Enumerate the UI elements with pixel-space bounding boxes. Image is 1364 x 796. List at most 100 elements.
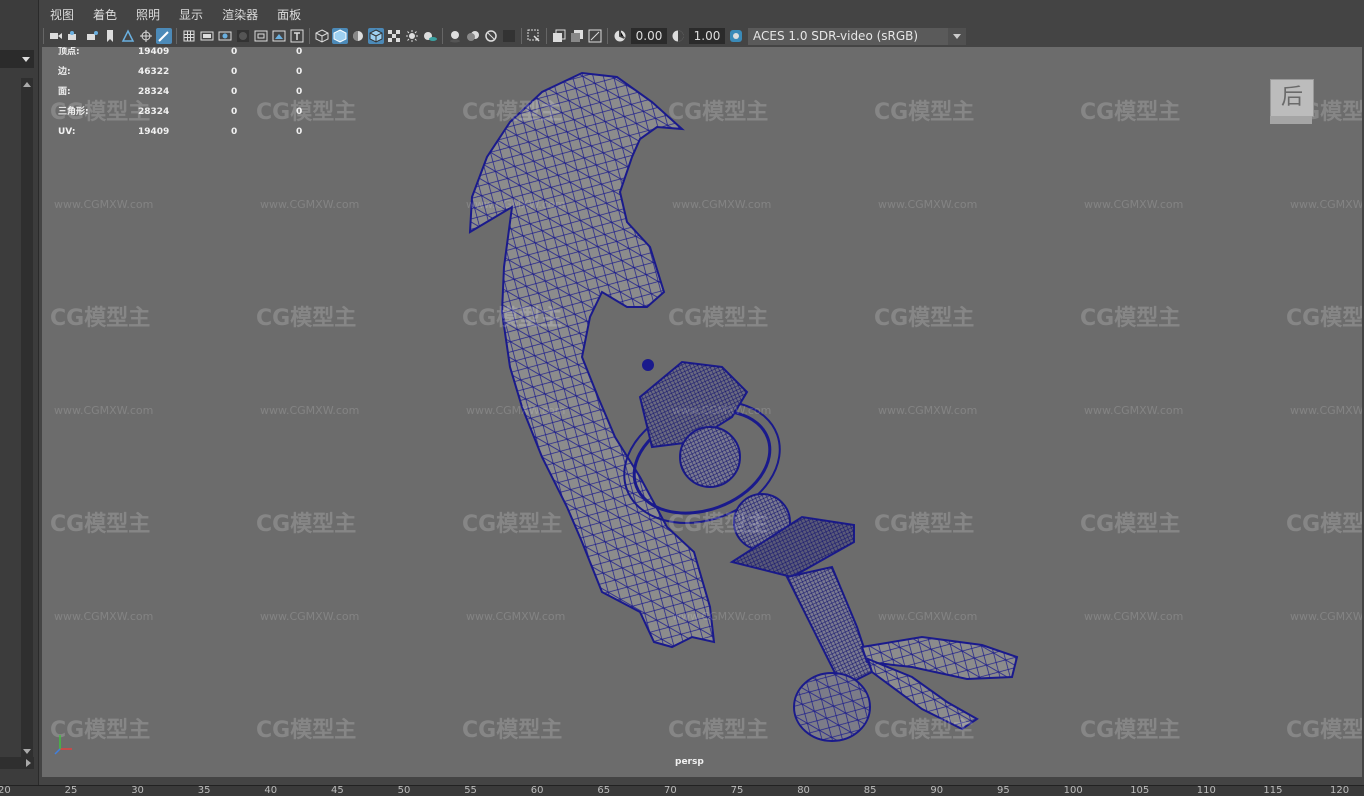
watermark-url: www.CGMXW.com (466, 404, 566, 417)
view-cube-bottom[interactable] (1270, 116, 1312, 124)
default-material-icon[interactable] (350, 28, 366, 44)
watermark-logo: CG模型主 (1286, 306, 1362, 331)
motion-blur-icon[interactable] (465, 28, 481, 44)
menu-panels[interactable]: 面板 (267, 6, 310, 23)
color-management-icon[interactable] (728, 28, 744, 44)
scroll-down-icon[interactable] (23, 749, 31, 754)
chevron-down-icon[interactable] (948, 27, 966, 45)
safe-action-icon[interactable] (271, 28, 287, 44)
bookmark-icon[interactable] (102, 28, 118, 44)
wireframe-icon[interactable] (314, 28, 330, 44)
watermark-url: www.CGMXW.com (466, 198, 566, 211)
watermark-logo: CG模型主 (256, 718, 357, 743)
perspective-viewport[interactable]: CG模型主 CG模型主 CG模型主 CG模型主 CG模型主 CG模型主 CG模型主 CG模型主… (42, 47, 1362, 777)
wireframe-on-shaded-icon[interactable] (368, 28, 384, 44)
hud-row-faces: 面: 28324 0 0 (58, 87, 303, 97)
toolbar-separator (309, 28, 310, 44)
hud-row-vertices: 顶点: 19409 0 0 (58, 47, 303, 57)
watermark-logo: CG模型主 (462, 512, 563, 537)
watermark-url: www.CGMXW.com (672, 198, 772, 211)
watermark-url: www.CGMXW.com (1084, 198, 1184, 211)
watermark-url: www.CGMXW.com (1084, 404, 1184, 417)
watermark-url: www.CGMXW.com (260, 610, 360, 623)
select-camera-icon[interactable] (48, 28, 64, 44)
scroll-up-icon[interactable] (23, 82, 31, 87)
hud-row-triangles: 三角形: 28324 0 0 (58, 107, 303, 117)
grease-pencil-icon[interactable] (156, 28, 172, 44)
watermark-url: www.CGMXW.com (1290, 198, 1362, 211)
menu-renderer[interactable]: 渲染器 (212, 6, 267, 23)
hud-row-edges: 边: 46322 0 0 (58, 67, 303, 77)
gamma-icon[interactable] (670, 28, 686, 44)
axis-gizmo-icon (54, 735, 72, 755)
smooth-shade-icon[interactable] (332, 28, 348, 44)
use-all-lights-icon[interactable] (404, 28, 420, 44)
watermark-logo: CG模型主 (668, 306, 769, 331)
watermark-url: www.CGMXW.com (672, 404, 772, 417)
isolate-select-icon[interactable] (526, 28, 542, 44)
poly-count-hud: 顶点: 19409 0 0 边: 46322 0 0 面: 28324 0 0 … (58, 47, 318, 147)
xray-active-components-icon[interactable] (569, 28, 585, 44)
view-transform-dropdown[interactable]: ACES 1.0 SDR-video (sRGB) (748, 27, 966, 45)
menu-shading[interactable]: 着色 (83, 6, 126, 23)
watermark-logo: CG模型主 (1286, 512, 1362, 537)
toolbar-separator (521, 28, 522, 44)
xray-joints-icon[interactable] (587, 28, 603, 44)
field-chart-icon[interactable] (253, 28, 269, 44)
watermark-url: www.CGMXW.com (260, 404, 360, 417)
bookmark-camera-icon[interactable] (84, 28, 100, 44)
camera-attributes-icon[interactable] (66, 28, 82, 44)
shadows-icon[interactable] (422, 28, 438, 44)
exposure-icon[interactable] (612, 28, 628, 44)
view-transform-label: ACES 1.0 SDR-video (sRGB) (753, 28, 919, 43)
watermark-logo: CG模型主 (668, 718, 769, 743)
watermark-logo: CG模型主 (1080, 306, 1181, 331)
watermark-url: www.CGMXW.com (672, 610, 772, 623)
time-slider[interactable]: 20 25 30 35 40 45 50 55 60 65 70 75 80 85 90 95 100 105 11… (0, 785, 1364, 796)
watermark-url: www.CGMXW.com (878, 404, 978, 417)
textured-icon[interactable] (386, 28, 402, 44)
toolbar-separator (607, 28, 608, 44)
safe-title-icon[interactable] (289, 28, 305, 44)
watermark-url: www.CGMXW.com (878, 610, 978, 623)
view-cube[interactable]: 后 (1266, 73, 1316, 127)
watermark-url: www.CGMXW.com (54, 610, 154, 623)
film-gate-icon[interactable] (199, 28, 215, 44)
image-plane-icon[interactable] (120, 28, 136, 44)
toolbar-separator (442, 28, 443, 44)
screen-space-ao-icon[interactable] (447, 28, 463, 44)
watermark-url: www.CGMXW.com (260, 198, 360, 211)
anti-aliasing-icon[interactable] (483, 28, 499, 44)
gamma-field[interactable]: 1.00 (689, 28, 725, 44)
toolbar-separator (176, 28, 177, 44)
exposure-field[interactable]: 0.00 (631, 28, 667, 44)
watermark-logo: CG模型主 (874, 306, 975, 331)
menu-lighting[interactable]: 照明 (126, 6, 169, 23)
watermark-url: www.CGMXW.com (1290, 404, 1362, 417)
view-cube-back-face[interactable]: 后 (1270, 79, 1314, 117)
scroll-right-icon[interactable] (26, 759, 31, 767)
watermark-logo: CG模型主 (462, 718, 563, 743)
2d-pan-zoom-icon[interactable] (138, 28, 154, 44)
xray-icon[interactable] (551, 28, 567, 44)
menu-view[interactable]: 视图 (40, 6, 83, 23)
toolbar-separator (43, 28, 44, 44)
toolbar-separator (546, 28, 547, 44)
panel-dropdown[interactable] (0, 50, 34, 68)
gate-mask-icon[interactable] (235, 28, 251, 44)
watermark-url: www.CGMXW.com (1290, 610, 1362, 623)
resolution-gate-icon[interactable] (217, 28, 233, 44)
horizontal-scrollbar[interactable] (0, 757, 34, 769)
watermark-logo: CG模型主 (1080, 512, 1181, 537)
watermark-url: www.CGMXW.com (466, 610, 566, 623)
vertical-scrollbar[interactable] (21, 78, 33, 758)
grid-icon[interactable] (181, 28, 197, 44)
watermark-logo: CG模型主 (462, 100, 563, 125)
left-panel (0, 0, 39, 785)
watermark-logo: CG模型主 (874, 100, 975, 125)
camera-name-label: persp (675, 757, 704, 767)
depth-of-field-icon[interactable] (501, 28, 517, 44)
watermark-url: www.CGMXW.com (1084, 610, 1184, 623)
menu-show[interactable]: 显示 (169, 6, 212, 23)
watermark-logo: CG模型主 (462, 306, 563, 331)
